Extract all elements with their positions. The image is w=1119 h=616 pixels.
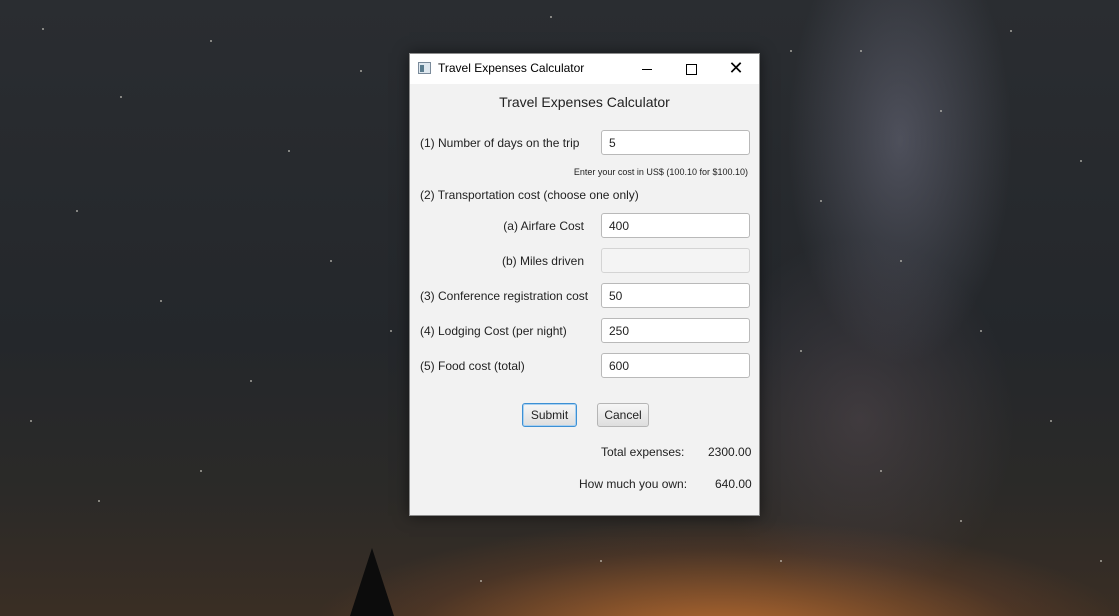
airfare-input[interactable] xyxy=(601,213,750,238)
registration-input[interactable] xyxy=(601,283,750,308)
transport-label: (2) Transportation cost (choose one only… xyxy=(420,188,639,202)
currency-hint: Enter your cost in US$ (100.10 for $100.… xyxy=(573,167,748,177)
total-expenses-label: Total expenses: xyxy=(601,445,685,459)
amount-owed-label: How much you own: xyxy=(579,477,688,491)
app-icon xyxy=(418,62,431,74)
miles-input[interactable] xyxy=(601,248,750,273)
cancel-button[interactable]: Cancel xyxy=(597,403,649,427)
maximize-button[interactable] xyxy=(668,54,714,84)
food-input[interactable] xyxy=(601,353,750,378)
minimize-button[interactable] xyxy=(624,54,670,84)
airfare-label: (a) Airfare Cost xyxy=(503,219,584,233)
submit-button[interactable]: Submit xyxy=(522,403,577,427)
lodging-label: (4) Lodging Cost (per night) xyxy=(420,324,567,338)
maximize-icon xyxy=(685,63,697,75)
amount-owed-value: 640.00 xyxy=(715,477,752,491)
total-expenses-value: 2300.00 xyxy=(708,445,752,459)
tree-trunk xyxy=(369,560,375,616)
days-label: (1) Number of days on the trip xyxy=(420,136,580,150)
window-title: Travel Expenses Calculator xyxy=(438,61,585,75)
minimize-icon xyxy=(642,68,652,70)
calculator-window: Travel Expenses Calculator ✕ Travel Expe… xyxy=(409,53,760,516)
food-label: (5) Food cost (total) xyxy=(420,359,525,373)
days-input[interactable] xyxy=(601,130,750,155)
close-button[interactable]: ✕ xyxy=(713,54,759,84)
registration-label: (3) Conference registration cost xyxy=(420,289,589,303)
title-bar[interactable]: Travel Expenses Calculator ✕ xyxy=(410,54,759,84)
miles-label: (b) Miles driven xyxy=(501,254,584,268)
form-heading: Travel Expenses Calculator xyxy=(499,94,670,110)
close-icon: ✕ xyxy=(728,58,744,79)
lodging-input[interactable] xyxy=(601,318,750,343)
